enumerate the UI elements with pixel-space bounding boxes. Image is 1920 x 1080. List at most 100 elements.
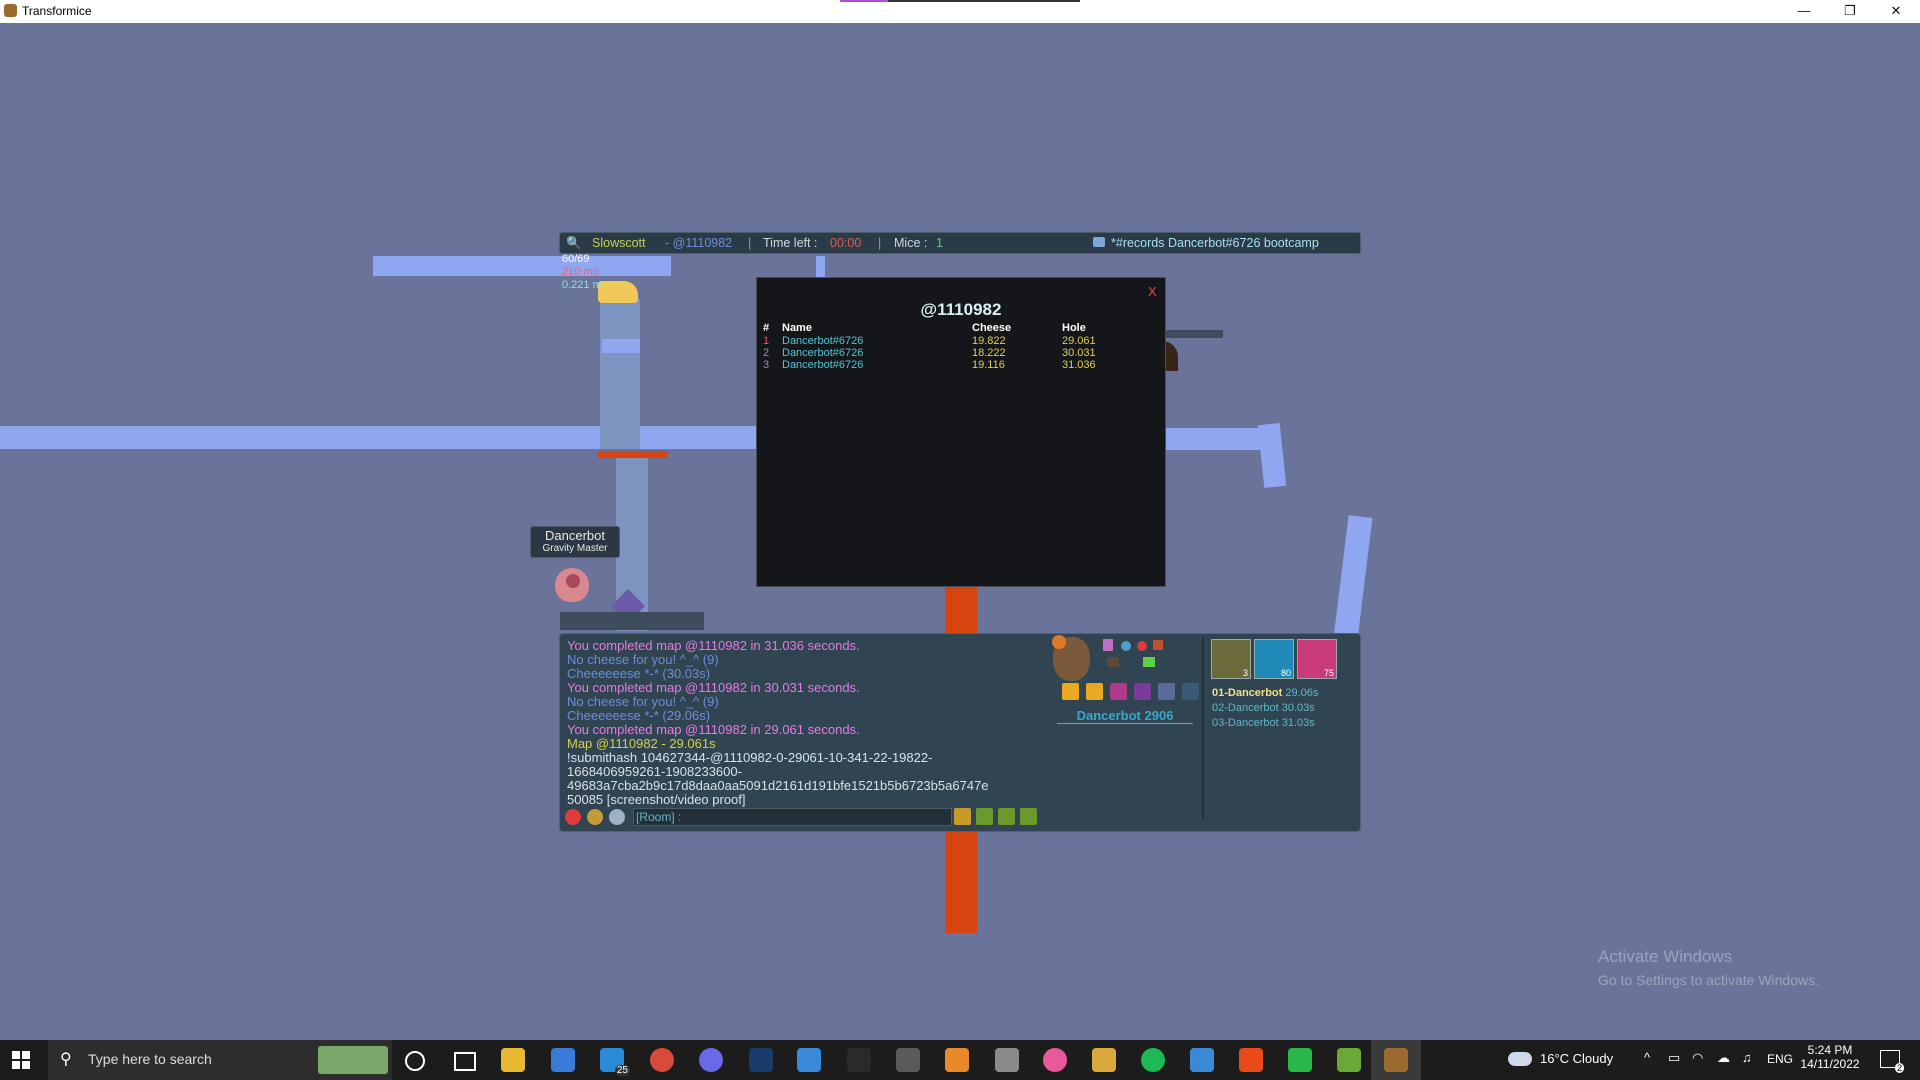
chat-message: Map @1110982 - 29.061s <box>567 736 716 751</box>
taskbar-search-box[interactable]: ⚲ Type here to search <box>48 1040 392 1080</box>
platform <box>1257 423 1287 488</box>
mouse-ear <box>566 574 580 588</box>
friends-icon[interactable] <box>1110 683 1127 700</box>
weather-text[interactable]: 16°C Cloudy <box>1540 1051 1613 1066</box>
close-leaderboard-button[interactable]: X <box>1148 284 1157 299</box>
close-window-button[interactable]: ✕ <box>1873 0 1919 23</box>
mail-icon[interactable]: 25 <box>600 1048 630 1076</box>
cortana-icon[interactable] <box>405 1051 425 1071</box>
file-explorer-icon[interactable] <box>501 1048 525 1072</box>
meet-icon[interactable]: ▭ <box>1668 1050 1680 1066</box>
app-window-icon[interactable] <box>797 1048 821 1072</box>
app-icon[interactable] <box>945 1048 969 1072</box>
weather-cloud-icon[interactable] <box>1508 1052 1532 1066</box>
chrome-icon[interactable] <box>650 1048 674 1072</box>
profile-name-line[interactable]: Dancerbot 2906 <box>1057 708 1193 724</box>
fullscreen-icon[interactable] <box>1182 683 1199 700</box>
clock[interactable]: 5:24 PM 14/11/2022 <box>1795 1043 1865 1071</box>
heart-icon[interactable] <box>565 809 581 825</box>
search-placeholder: Type here to search <box>88 1051 212 1067</box>
chat-input[interactable]: [Room] : <box>633 808 952 826</box>
magnifier-icon[interactable]: 🔍 <box>566 236 582 251</box>
search-icon: ⚲ <box>60 1051 72 1068</box>
store-icon[interactable] <box>551 1048 575 1072</box>
leaderboard-popup: @1110982 X # Name Cheese Hole 1 Dancerbo… <box>756 277 1166 587</box>
osu-icon[interactable] <box>1043 1048 1067 1072</box>
hud-stat: 60/69 <box>562 253 590 265</box>
list-icon[interactable] <box>1086 683 1103 700</box>
start-windows-icon[interactable] <box>12 1051 30 1069</box>
ranking-entry[interactable]: 01-Dancerbot 29.06s <box>1212 687 1318 699</box>
map-code: - @1110982 <box>665 236 733 250</box>
leaderboard-title: @1110982 <box>920 300 1002 319</box>
app-icon[interactable] <box>1288 1048 1312 1072</box>
window-title: Transformice <box>22 4 92 18</box>
row-name[interactable]: Dancerbot#6726 <box>782 359 863 371</box>
ranking-entry[interactable]: 03-Dancerbot 31.03s <box>1212 717 1315 729</box>
language-indicator[interactable]: ENG <box>1767 1052 1793 1066</box>
app-icon[interactable] <box>896 1048 920 1072</box>
arrow-down-icon[interactable] <box>976 808 993 825</box>
chat-message: You completed map @1110982 in 31.036 sec… <box>567 638 860 653</box>
player-title: Gravity Master <box>542 543 608 554</box>
map-author[interactable]: Slowscott <box>592 236 646 250</box>
platform <box>0 426 758 449</box>
chat-channel-label: [Room] : <box>636 810 682 824</box>
app-icon[interactable] <box>995 1048 1019 1072</box>
transformice-icon <box>1384 1048 1408 1072</box>
network-icon[interactable]: ◠ <box>1692 1050 1703 1066</box>
activation-watermark-subtitle: Go to Settings to activate Windows. <box>1598 972 1819 988</box>
alert-icon[interactable] <box>1052 635 1066 649</box>
clock-date: 14/11/2022 <box>1800 1057 1860 1071</box>
ranking-label: 01-Dancerbot <box>1212 687 1283 699</box>
row-rank: 2 <box>763 347 770 359</box>
chat-message: 49683a7cba2b9c17d8daa0aa5091d2161d191bfe… <box>567 778 989 793</box>
discord-icon[interactable] <box>1158 683 1175 700</box>
minimize-button[interactable]: — <box>1781 0 1827 23</box>
onedrive-icon[interactable]: ☁ <box>1717 1050 1730 1066</box>
task-view-icon[interactable] <box>454 1052 476 1071</box>
row-hole: 29.061 <box>1062 335 1096 347</box>
minecraft-icon[interactable] <box>1337 1048 1361 1072</box>
crown-icon[interactable] <box>609 809 625 825</box>
chat-panel: You completed map @1110982 in 31.036 sec… <box>559 633 1361 832</box>
discord-taskbar-icon[interactable] <box>699 1048 723 1072</box>
trophy-icon[interactable] <box>1134 683 1151 700</box>
platform <box>1163 428 1263 450</box>
transformice-taskbar-button[interactable] <box>1371 1040 1421 1080</box>
mice-count: 1 <box>936 236 943 250</box>
arrow-up-icon[interactable] <box>1020 808 1037 825</box>
ranking-label: 02-Dancerbot <box>1212 702 1279 714</box>
steam-icon[interactable] <box>749 1048 773 1072</box>
column <box>600 299 640 449</box>
ranking-entry[interactable]: 02-Dancerbot 30.03s <box>1212 702 1315 714</box>
tribe-icon[interactable] <box>587 809 603 825</box>
maximize-button[interactable]: ❐ <box>1827 0 1873 23</box>
volume-icon[interactable]: ♫ <box>1742 1050 1752 1065</box>
shaman-items[interactable] <box>1103 639 1183 673</box>
app-icon[interactable] <box>847 1048 871 1072</box>
plus-icon[interactable] <box>954 808 971 825</box>
runelite-icon[interactable] <box>1092 1048 1116 1072</box>
notification-icon[interactable]: 2 <box>1880 1050 1904 1073</box>
arrow-down-icon[interactable] <box>998 808 1015 825</box>
badge-count: 80 <box>1280 668 1291 678</box>
room-name: *#records Dancerbot#6726 bootcamp <box>1111 236 1319 250</box>
profile-level: 2906 <box>1144 708 1174 723</box>
office-icon[interactable] <box>1239 1048 1263 1072</box>
divider <box>1202 637 1204 819</box>
col-cheese-header: Cheese <box>972 322 1012 334</box>
app-window-icon[interactable] <box>1190 1048 1214 1072</box>
badge-count: 75 <box>1323 668 1334 678</box>
house-icon[interactable] <box>1062 683 1079 700</box>
badge-cheese-icon[interactable]: 3 <box>1211 639 1251 679</box>
badge-star-icon[interactable]: 75 <box>1297 639 1337 679</box>
chevron-up-icon[interactable]: ^ <box>1644 1050 1650 1065</box>
profile-name: Dancerbot <box>1076 708 1141 723</box>
player-name: Dancerbot <box>545 528 605 543</box>
row-name[interactable]: Dancerbot#6726 <box>782 335 863 347</box>
badge-burst-icon[interactable]: 80 <box>1254 639 1294 679</box>
row-name[interactable]: Dancerbot#6726 <box>782 347 863 359</box>
spotify-icon[interactable] <box>1141 1048 1165 1072</box>
hud-stat: 0.221 m <box>562 279 602 291</box>
